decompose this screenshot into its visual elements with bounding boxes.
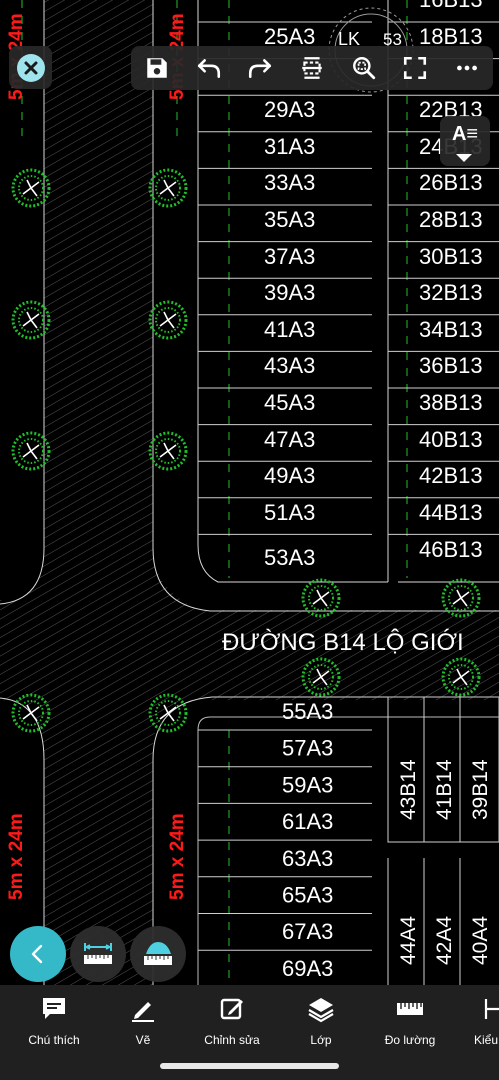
undo-icon bbox=[197, 59, 220, 78]
nav-draw-label: Vẽ bbox=[135, 1033, 151, 1047]
lot-label: 26B13 bbox=[419, 170, 483, 195]
lot-label: 38B13 bbox=[419, 390, 483, 415]
more-icon bbox=[457, 65, 478, 71]
lot-label: 55A3 bbox=[282, 699, 333, 724]
lot-label: 67A3 bbox=[282, 919, 333, 944]
style-icon bbox=[484, 999, 499, 1019]
text-display-toggle[interactable]: A≡ bbox=[440, 116, 490, 166]
measure-distance-icon bbox=[84, 943, 112, 964]
nav-style[interactable]: Kiểu bbox=[454, 995, 499, 1055]
road-label: ĐƯỜNG B14 LỘ GIỚI bbox=[222, 628, 464, 656]
close-button[interactable] bbox=[9, 46, 52, 89]
lot-label-vertical: 40A4 bbox=[469, 916, 492, 965]
lot-label: 29A3 bbox=[264, 97, 315, 122]
fullscreen-icon bbox=[404, 56, 427, 80]
nav-comment-label: Chú thích bbox=[28, 1033, 80, 1047]
lot-labels-vertical: 43B14 41B14 39B14 44A4 42A4 40A4 bbox=[397, 759, 492, 965]
top-toolbar bbox=[131, 46, 493, 90]
lot-label: 45A3 bbox=[264, 390, 315, 415]
lot-label: 59A3 bbox=[282, 772, 333, 797]
home-indicator bbox=[160, 1063, 339, 1069]
nav-measure-label: Đo lường bbox=[384, 1033, 436, 1047]
zoom-window-button[interactable] bbox=[345, 49, 383, 87]
lot-label: 51A3 bbox=[264, 500, 315, 525]
lot-label-vertical: 44A4 bbox=[397, 916, 420, 965]
lot-label-vertical: 43B14 bbox=[397, 759, 420, 820]
tree-icon bbox=[148, 168, 188, 208]
lot-label: 69A3 bbox=[282, 956, 333, 981]
lot-label: 39A3 bbox=[264, 280, 315, 305]
lot-label: 32B13 bbox=[419, 280, 483, 305]
layers-icon bbox=[308, 998, 334, 1023]
chevron-left-icon bbox=[31, 944, 43, 964]
lot-label: 46B13 bbox=[419, 537, 483, 562]
lot-label: 53A3 bbox=[264, 545, 315, 570]
lot-label: 61A3 bbox=[282, 809, 333, 834]
lot-label: 44B13 bbox=[419, 500, 483, 525]
edit-icon bbox=[220, 998, 243, 1020]
lot-label: 57A3 bbox=[282, 736, 333, 761]
redo-icon bbox=[249, 59, 272, 78]
lot-label: 37A3 bbox=[264, 244, 315, 269]
nav-measure[interactable]: Đo lường bbox=[365, 995, 455, 1055]
save-icon bbox=[147, 58, 167, 78]
lot-label: 34B13 bbox=[419, 317, 483, 342]
back-button[interactable] bbox=[10, 926, 66, 982]
zoom-window-icon bbox=[352, 57, 375, 80]
measure-area-icon bbox=[144, 942, 172, 965]
nav-edit[interactable]: Chỉnh sửa bbox=[187, 995, 277, 1055]
measure-distance-button[interactable] bbox=[70, 926, 126, 982]
nav-layers[interactable]: Lớp bbox=[276, 995, 366, 1055]
fullscreen-button[interactable] bbox=[396, 49, 434, 87]
pencil-icon bbox=[132, 1002, 154, 1022]
measure-area-button[interactable] bbox=[130, 926, 186, 982]
undo-button[interactable] bbox=[190, 49, 228, 87]
lot-label: 28B13 bbox=[419, 207, 483, 232]
nav-comment[interactable]: Chú thích bbox=[9, 995, 99, 1055]
lot-label: 31A3 bbox=[264, 134, 315, 159]
lot-label: 35A3 bbox=[264, 207, 315, 232]
fit-width-icon bbox=[302, 57, 322, 79]
lot-label: 36B13 bbox=[419, 353, 483, 378]
dimension-label-bottom-left: 5m x 24m bbox=[6, 813, 27, 900]
lot-label: 47A3 bbox=[264, 427, 315, 452]
lot-label-vertical: 41B14 bbox=[433, 759, 456, 820]
comment-icon bbox=[43, 998, 65, 1019]
lot-label: 65A3 bbox=[282, 883, 333, 908]
text-toggle-label: A≡ bbox=[451, 123, 479, 145]
lot-label: 33A3 bbox=[264, 170, 315, 195]
lot-labels-upper-left: 25A329A331A333A335A337A339A341A343A345A3… bbox=[264, 24, 315, 570]
chevron-down-icon bbox=[456, 154, 472, 162]
redo-button[interactable] bbox=[241, 49, 279, 87]
fit-width-button[interactable] bbox=[293, 49, 331, 87]
nav-style-label: Kiểu bbox=[474, 1033, 499, 1047]
lot-label: 41A3 bbox=[264, 317, 315, 342]
lot-label: 43A3 bbox=[264, 353, 315, 378]
tree-icon bbox=[148, 431, 188, 471]
tree-icon bbox=[148, 300, 188, 340]
lot-label: 42B13 bbox=[419, 463, 483, 488]
lot-label: 40B13 bbox=[419, 427, 483, 452]
nav-layers-label: Lớp bbox=[310, 1033, 332, 1047]
lot-label: 49A3 bbox=[264, 463, 315, 488]
cad-drawing: 25A329A331A333A335A337A339A341A343A345A3… bbox=[0, 0, 499, 985]
more-button[interactable] bbox=[448, 49, 486, 87]
ruler-icon bbox=[397, 1003, 423, 1015]
lot-label-vertical: 42A4 bbox=[433, 916, 456, 965]
lot-label: 30B13 bbox=[419, 244, 483, 269]
cad-canvas[interactable]: 25A3 29A3 31A3 33A3 35A3 37A3 39A3 41A3 43A3 45A3… bbox=[0, 0, 499, 985]
lot-label-vertical: 39B14 bbox=[469, 759, 492, 820]
close-icon bbox=[16, 53, 45, 82]
nav-draw[interactable]: Vẽ bbox=[98, 995, 188, 1055]
lot-label: 16B13 bbox=[419, 0, 483, 12]
save-button[interactable] bbox=[138, 49, 176, 87]
lot-label: 63A3 bbox=[282, 846, 333, 871]
dimension-label-bottom-right: 5m x 24m bbox=[167, 813, 188, 900]
nav-edit-label: Chỉnh sửa bbox=[204, 1033, 260, 1047]
